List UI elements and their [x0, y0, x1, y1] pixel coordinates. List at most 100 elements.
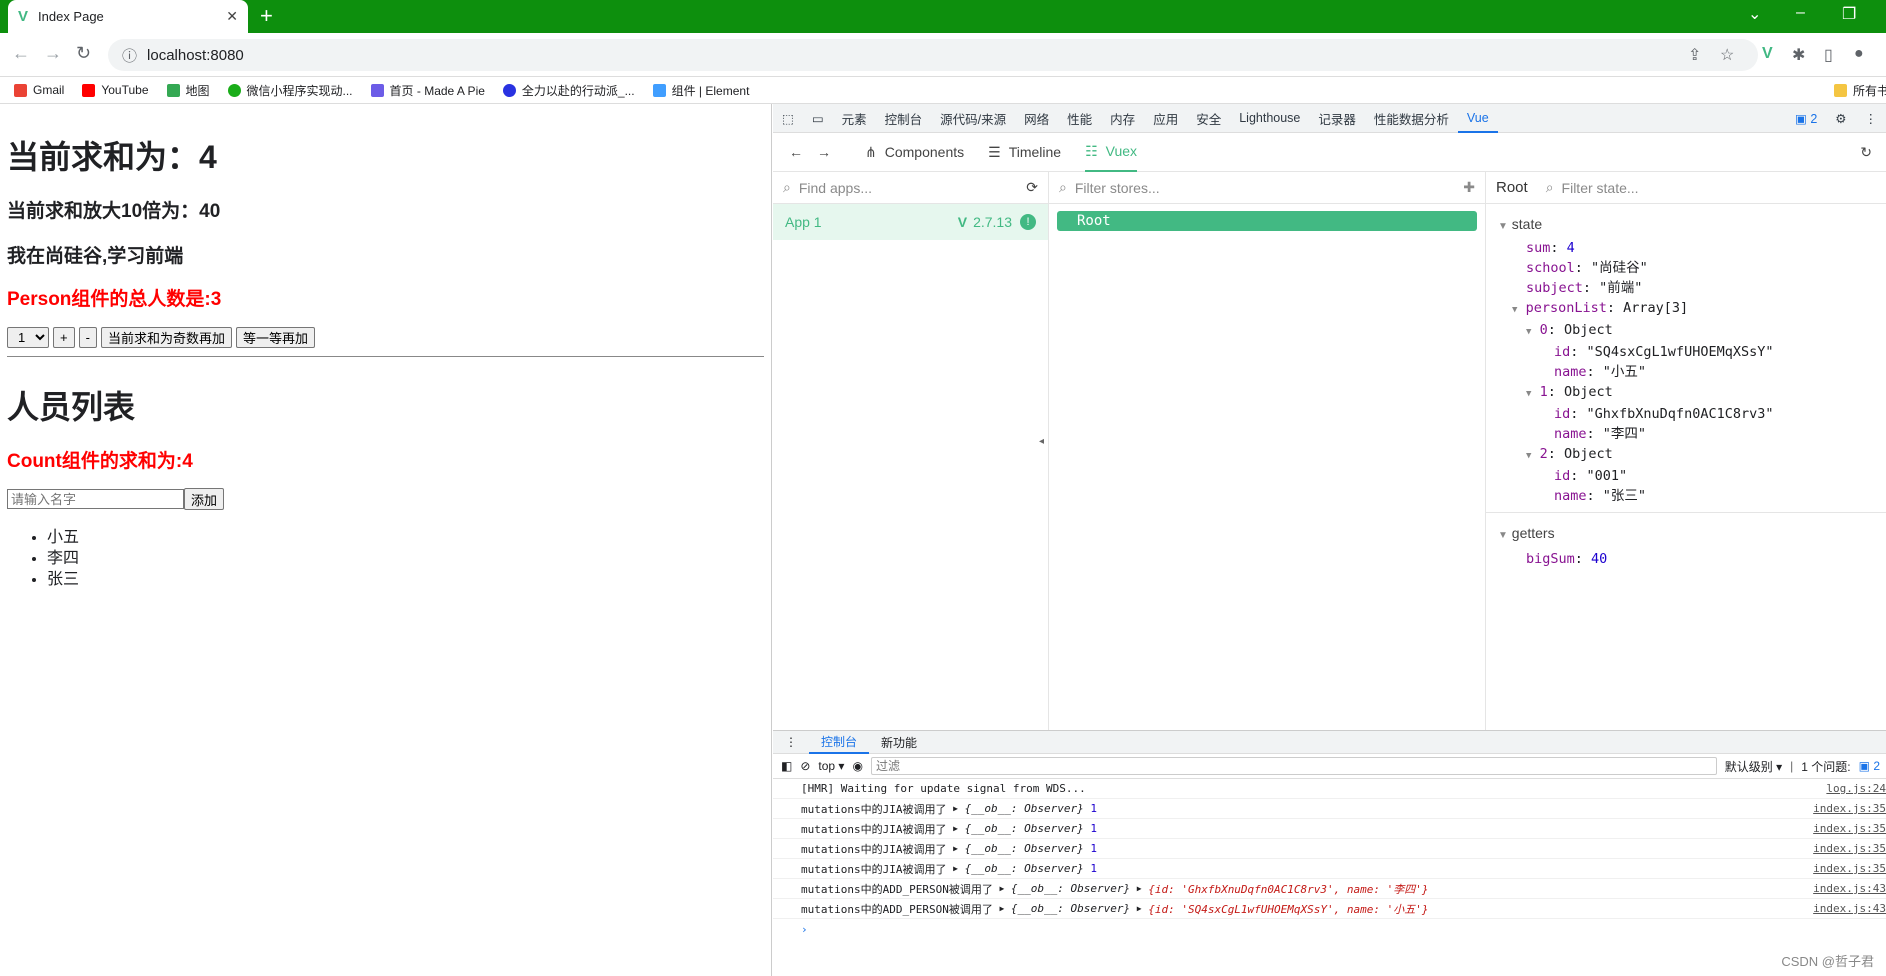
- log-row: mutations中的ADD_PERSON被调用了 ▶ {__ob__: Obs…: [773, 899, 1886, 919]
- divider: [7, 356, 764, 357]
- vue-tab-components[interactable]: ⋔ Components: [865, 144, 964, 161]
- share-icon[interactable]: ⇪: [1688, 45, 1701, 65]
- filter-state-input[interactable]: Filter state...: [1562, 180, 1639, 196]
- sidebar-icon[interactable]: ▯: [1824, 45, 1833, 65]
- person-1-row[interactable]: ▼ 1: Object: [1526, 382, 1886, 404]
- store-root-row[interactable]: Root: [1057, 211, 1477, 231]
- state-school-row: school: "尚硅谷": [1526, 260, 1648, 276]
- bookmark-gmail[interactable]: Gmail: [14, 83, 64, 97]
- getters-section[interactable]: ▼ getters: [1498, 525, 1886, 541]
- extensions-icon[interactable]: ✱: [1792, 45, 1805, 65]
- state-subject-row: subject: "前端": [1526, 280, 1643, 296]
- step-select[interactable]: 1: [7, 327, 49, 348]
- vue-back-icon[interactable]: ←: [789, 144, 803, 160]
- person-2-row[interactable]: ▼ 2: Object: [1526, 444, 1886, 466]
- bookmark-wechat[interactable]: 微信小程序实现动...: [227, 82, 353, 99]
- tab-recorder[interactable]: 记录器: [1309, 109, 1365, 128]
- bookmark-star-icon[interactable]: ☆: [1720, 45, 1734, 65]
- list-item: 小五: [47, 527, 79, 548]
- omnibox[interactable]: ⓘ localhost:8080: [108, 39, 1758, 71]
- app-row[interactable]: App 1 V 2.7.13 !: [773, 204, 1048, 240]
- tab-vue[interactable]: Vue: [1457, 104, 1498, 133]
- vue-forward-icon[interactable]: →: [817, 144, 831, 160]
- vue-devtools-extension-icon[interactable]: V: [1762, 45, 1773, 63]
- alert-icon[interactable]: !: [1020, 214, 1036, 230]
- element-icon: [652, 83, 666, 97]
- reload-icon[interactable]: ↻: [76, 43, 91, 64]
- plugin-icon[interactable]: ✚: [1463, 179, 1475, 196]
- tab-lighthouse[interactable]: Lighthouse: [1230, 111, 1309, 125]
- components-icon: ⋔: [865, 143, 877, 160]
- tab-application[interactable]: 应用: [1144, 109, 1187, 128]
- tab-security[interactable]: 安全: [1187, 109, 1230, 128]
- issues-badge[interactable]: ▣ 2: [1786, 111, 1826, 126]
- issues-link[interactable]: ▣ 2: [1859, 759, 1880, 773]
- console-prompt[interactable]: ›: [773, 919, 1886, 939]
- find-apps-bar[interactable]: ⌕ Find apps... ⟳: [773, 172, 1048, 204]
- baidu-icon: [502, 83, 516, 97]
- person-0-row[interactable]: ▼ 0: Object: [1526, 320, 1886, 342]
- increment-button[interactable]: +: [53, 327, 75, 348]
- collapse-handle-icon[interactable]: ◂: [1039, 436, 1044, 447]
- tab-search-icon[interactable]: ⌄: [1748, 4, 1761, 24]
- drawer-menu-icon[interactable]: ⋮: [773, 735, 809, 749]
- new-tab-icon[interactable]: +: [260, 5, 273, 27]
- more-options-icon[interactable]: ⋮: [1856, 111, 1886, 126]
- increment-if-odd-button[interactable]: 当前求和为奇数再加: [100, 327, 232, 348]
- device-toolbar-icon[interactable]: ▭: [803, 111, 833, 126]
- bookmark-baidu[interactable]: 全力以赴的行动派_...: [502, 82, 635, 99]
- person-0-id: id: "SQ4sxCgL1wfUHOEMqXSsY": [1554, 344, 1774, 360]
- filter-stores-bar[interactable]: ⌕ Filter stores... ✚: [1049, 172, 1485, 204]
- vuex-icon: ☷: [1085, 142, 1098, 159]
- tab-elements[interactable]: 元素: [833, 109, 876, 128]
- minimize-icon[interactable]: –: [1796, 4, 1805, 22]
- console-filter-input[interactable]: 过滤: [870, 757, 1717, 775]
- restore-icon[interactable]: ❐: [1842, 4, 1856, 24]
- bookmarks-bar: Gmail YouTube 地图 微信小程序实现动... 首页 - Made A…: [0, 77, 1886, 104]
- count-sum-heading: Count组件的求和为:4: [7, 451, 193, 472]
- tab-console[interactable]: 控制台: [876, 109, 932, 128]
- forward-icon[interactable]: →: [44, 43, 62, 64]
- inspect-element-icon[interactable]: ⬚: [773, 111, 803, 126]
- madeapie-icon: [370, 83, 384, 97]
- state-section[interactable]: ▼ state: [1498, 216, 1886, 232]
- increment-wait-button[interactable]: 等一等再加: [235, 327, 315, 348]
- tab-sources[interactable]: 源代码/来源: [931, 109, 1015, 128]
- eye-icon[interactable]: ◉: [852, 759, 862, 773]
- tab-network[interactable]: 网络: [1015, 109, 1058, 128]
- bookmark-map[interactable]: 地图: [166, 82, 210, 99]
- count-controls: 1 + - 当前求和为奇数再加 等一等再加: [7, 327, 315, 348]
- wechat-icon: [227, 83, 241, 97]
- profile-icon[interactable]: ●: [1854, 45, 1864, 63]
- tab-performance-insights[interactable]: 性能数据分析: [1365, 109, 1458, 128]
- person-list-title: 人员列表: [7, 389, 136, 425]
- bookmark-all[interactable]: 所有书: [1834, 82, 1886, 99]
- close-tab-icon[interactable]: ✕: [226, 8, 238, 25]
- name-input[interactable]: [7, 489, 184, 509]
- settings-gear-icon[interactable]: ⚙: [1826, 111, 1855, 126]
- drawer-tab-whats-new[interactable]: 新功能: [869, 734, 929, 751]
- vue-tab-timeline[interactable]: ☰ Timeline: [988, 144, 1061, 161]
- add-person-button[interactable]: 添加: [184, 488, 225, 510]
- tab-memory[interactable]: 内存: [1101, 109, 1144, 128]
- state-personlist-row[interactable]: ▼ personList: Array[3]: [1512, 298, 1886, 320]
- bookmark-element[interactable]: 组件 | Element: [652, 82, 749, 99]
- console-drawer: ⋮ 控制台 新功能 ◧ ⊘ top ▾ ◉ 过滤 默认级别 ▾ | 1 个问题:…: [773, 730, 1886, 976]
- sync-icon[interactable]: ⟳: [1026, 179, 1038, 196]
- sidebar-toggle-icon[interactable]: ◧: [781, 759, 792, 773]
- bookmark-youtube[interactable]: YouTube: [82, 83, 149, 97]
- back-icon[interactable]: ←: [12, 43, 30, 64]
- log-level-select[interactable]: 默认级别 ▾: [1725, 758, 1782, 775]
- tab-performance[interactable]: 性能: [1058, 109, 1101, 128]
- person-1-name: name: "李四": [1554, 426, 1647, 442]
- refresh-icon[interactable]: ↻: [1860, 144, 1872, 161]
- search-icon: ⌕: [1059, 179, 1067, 195]
- clear-console-icon[interactable]: ⊘: [800, 759, 810, 773]
- drawer-tab-console[interactable]: 控制台: [809, 731, 870, 754]
- vue-tab-vuex[interactable]: ☷ Vuex: [1085, 133, 1138, 172]
- console-log-list: [HMR] Waiting for update signal from WDS…: [773, 779, 1886, 939]
- browser-tab[interactable]: V Index Page ✕: [8, 0, 248, 33]
- decrement-button[interactable]: -: [78, 327, 97, 348]
- context-select[interactable]: top ▾: [818, 759, 844, 773]
- bookmark-madeapie[interactable]: 首页 - Made A Pie: [370, 82, 485, 99]
